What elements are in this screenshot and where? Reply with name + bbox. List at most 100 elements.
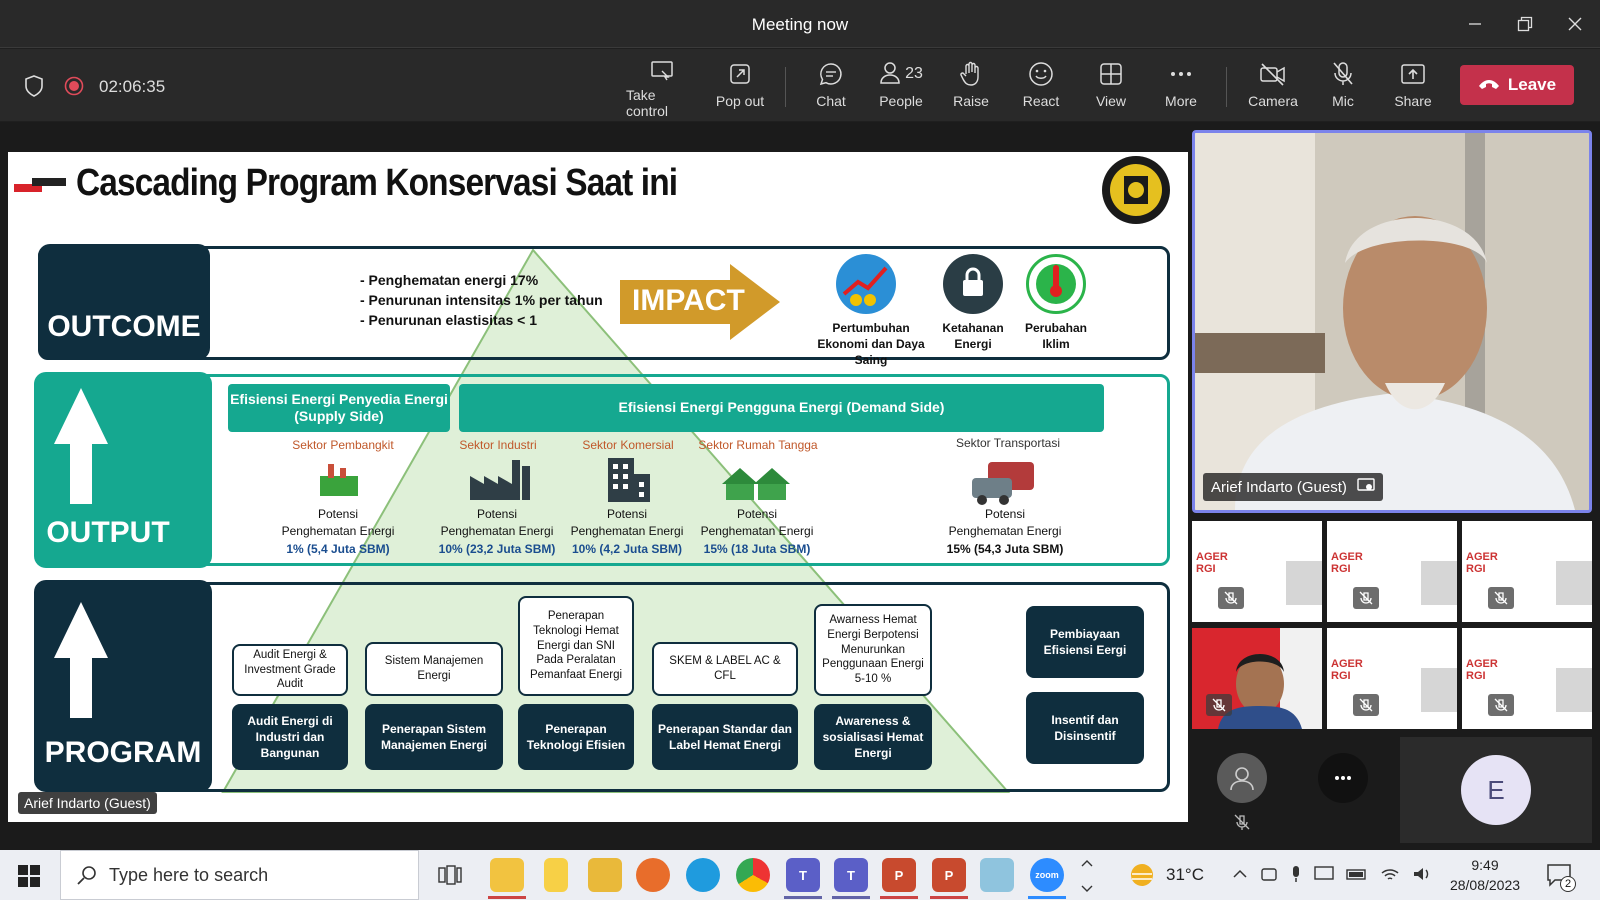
smiley-icon	[1028, 59, 1054, 89]
take-control-button[interactable]: Take control	[626, 59, 698, 119]
program-box: Penerapan Teknologi Hemat Energi dan SNI…	[518, 596, 634, 696]
participant-thumbnail[interactable]: AGER RGI	[1192, 521, 1322, 622]
close-icon	[1568, 17, 1582, 31]
participant-thumbnail[interactable]: AGER RGI	[1327, 628, 1457, 729]
participant-thumbnail[interactable]: AGER RGI	[1327, 521, 1457, 622]
impact-label: IMPACT	[632, 284, 745, 317]
recording-icon	[64, 76, 84, 101]
mic-off-icon	[1206, 694, 1232, 716]
impact-economy-label: Pertumbuhan Ekonomi dan Daya Saing	[817, 321, 925, 367]
participant-avatar[interactable]	[1217, 753, 1267, 803]
share-button[interactable]: Share	[1378, 59, 1448, 115]
chevron-up-icon[interactable]	[1080, 858, 1094, 897]
mic-off-icon	[1353, 694, 1379, 716]
clock-time: 9:49	[1471, 857, 1499, 873]
take-control-icon	[650, 59, 674, 83]
mic-off-icon	[1353, 587, 1379, 609]
grid-view-icon	[1099, 59, 1123, 89]
firefox-icon[interactable]	[636, 858, 670, 892]
sector-name: Sektor Industri	[459, 438, 537, 452]
sector-name: Sektor Rumah Tangga	[698, 438, 818, 452]
program-financing: Pembiayaan Efisiensi Eergi	[1026, 606, 1144, 678]
power-plant-icon	[316, 462, 362, 503]
program-action: Audit Energi di Industri dan Bangunan	[232, 704, 348, 770]
mic-off-icon	[1331, 59, 1355, 89]
chrome-icon[interactable]	[736, 858, 770, 892]
app-icon[interactable]	[980, 858, 1014, 892]
meeting-toolbar: 02:06:35 Take control Pop out Chat 23 Pe…	[0, 49, 1600, 121]
edge-icon[interactable]	[686, 858, 720, 892]
task-view-icon[interactable]	[438, 864, 462, 891]
chat-icon	[818, 59, 844, 89]
camera-button[interactable]: Camera	[1238, 59, 1308, 115]
people-button[interactable]: 23 People	[866, 59, 936, 115]
demand-side-bar: Efisiensi Energi Pengguna Energi (Demand…	[459, 384, 1104, 432]
factory-icon	[468, 456, 538, 507]
transport-icon	[970, 460, 1036, 511]
climate-change-icon	[1026, 254, 1086, 314]
weather-temperature: 31°C	[1166, 865, 1204, 884]
more-button[interactable]: More	[1146, 59, 1216, 115]
chat-button[interactable]: Chat	[796, 59, 866, 115]
hand-icon	[959, 59, 983, 89]
microphone-icon	[1293, 866, 1299, 882]
file-explorer-icon[interactable]	[490, 858, 524, 892]
building-icon	[604, 456, 652, 509]
window-title: Meeting now	[751, 15, 849, 34]
up-arrow-icon	[54, 602, 108, 723]
up-arrow-icon	[54, 388, 108, 509]
raise-hand-button[interactable]: Raise	[936, 59, 1006, 115]
windows-start-button[interactable]	[18, 865, 40, 892]
react-button[interactable]: React	[1006, 59, 1076, 115]
teams-icon[interactable]: T	[834, 858, 868, 892]
program-box: SKEM & LABEL AC & CFL	[652, 642, 798, 696]
participant-thumbnail[interactable]	[1192, 628, 1322, 729]
participant-thumbnail[interactable]: AGER RGI	[1462, 628, 1592, 729]
weather-icon[interactable]	[1128, 862, 1156, 893]
people-count: 23	[905, 65, 923, 82]
avatar-tile[interactable]: E	[1400, 737, 1592, 843]
downloads-icon[interactable]	[588, 858, 622, 892]
search-placeholder: Type here to search	[109, 864, 269, 885]
mic-off-icon	[1218, 587, 1244, 609]
energy-security-icon	[943, 254, 1003, 314]
outcome-bullets: - Penghematan energi 17% - Penurunan int…	[360, 270, 603, 330]
more-dots-icon	[1335, 776, 1351, 780]
view-button[interactable]: View	[1076, 59, 1146, 115]
mic-button[interactable]: Mic	[1308, 59, 1378, 115]
powerpoint-icon[interactable]: P	[882, 858, 916, 892]
main-video-tile[interactable]: Arief Indarto (Guest)	[1192, 130, 1592, 513]
mic-off-icon	[1488, 587, 1514, 609]
powerpoint-icon[interactable]: P	[932, 858, 966, 892]
wifi-icon	[1381, 869, 1399, 880]
leave-button[interactable]: Leave	[1460, 65, 1574, 105]
person-icon	[1230, 767, 1254, 791]
participant-thumbnail[interactable]: AGER RGI	[1462, 521, 1592, 622]
close-button[interactable]	[1560, 10, 1590, 38]
avatar-initial: E	[1461, 755, 1531, 825]
presenter-name-tag: Arief Indarto (Guest)	[18, 792, 157, 814]
notes-icon[interactable]	[544, 858, 568, 892]
participant-name-tag: Arief Indarto (Guest)	[1203, 473, 1383, 501]
taskbar-search-box[interactable]: Type here to search	[60, 850, 419, 900]
minimize-button[interactable]	[1460, 10, 1490, 38]
teams-icon[interactable]: T	[786, 858, 820, 892]
people-icon	[879, 61, 901, 88]
zoom-icon[interactable]: zoom	[1030, 858, 1064, 892]
taskbar-clock[interactable]: 9:49 28/08/2023	[1430, 855, 1540, 895]
program-action: Penerapan Standar dan Label Hemat Energi	[652, 704, 798, 770]
notification-center-button[interactable]: 2	[1546, 862, 1576, 893]
outcome-bullet: - Penghematan energi 17%	[360, 272, 539, 288]
mic-off-icon	[1234, 814, 1250, 835]
more-participants-button[interactable]	[1318, 753, 1368, 803]
windows-logo-icon	[18, 865, 40, 887]
share-icon	[1400, 59, 1426, 89]
toolbar-divider	[1226, 67, 1227, 107]
restore-button[interactable]	[1510, 10, 1540, 38]
program-box: Audit Energi & Investment Grade Audit	[232, 644, 348, 696]
title-bar: Meeting now	[0, 0, 1600, 48]
economy-growth-icon	[836, 254, 896, 314]
system-tray[interactable]	[1232, 865, 1432, 883]
impact-arrow: IMPACT	[620, 264, 790, 340]
pop-out-button[interactable]: Pop out	[705, 59, 775, 115]
